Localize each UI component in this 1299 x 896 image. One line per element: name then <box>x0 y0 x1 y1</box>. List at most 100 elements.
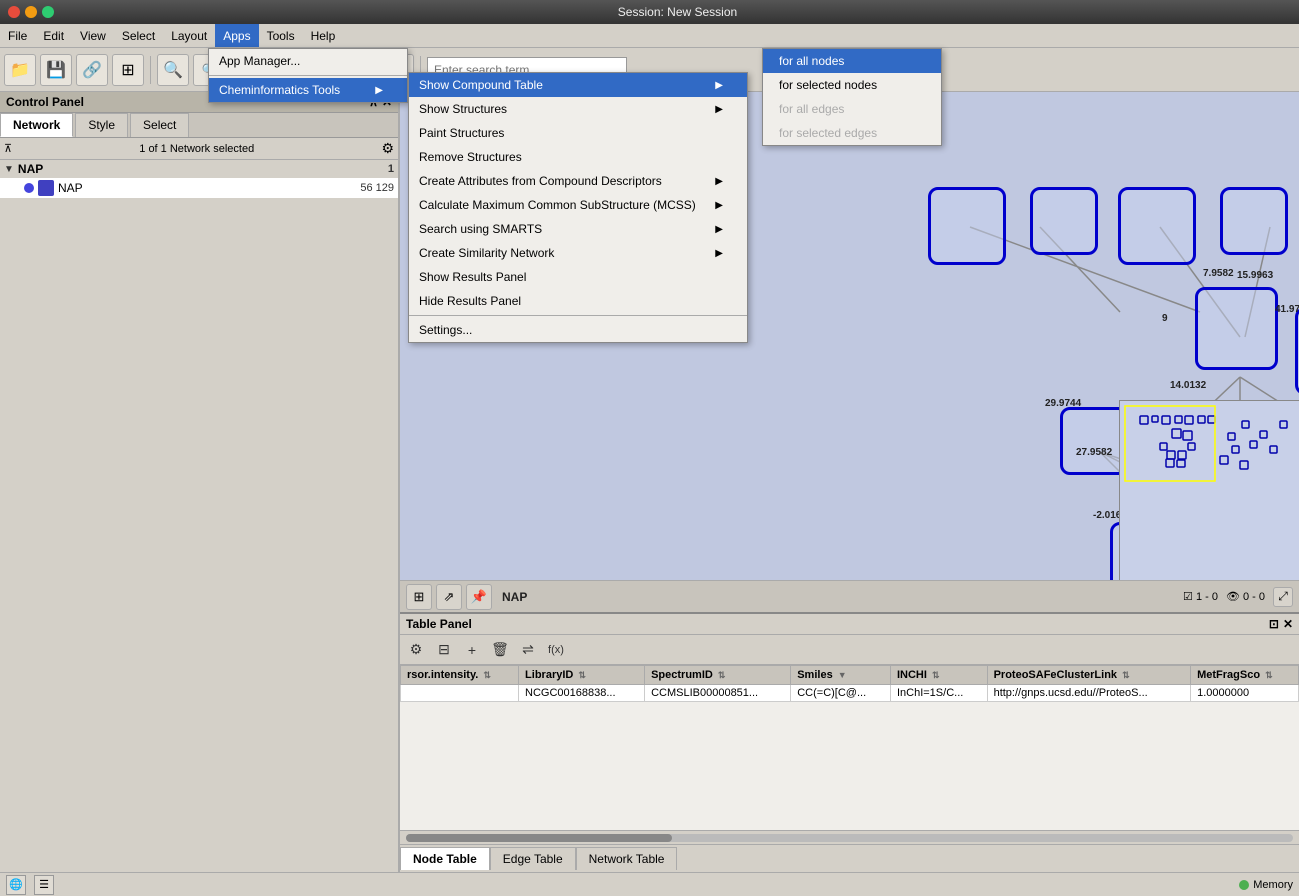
cheminformatics-show-results[interactable]: Show Results Panel <box>409 265 747 289</box>
cheminformatics-show-compound[interactable]: Show Compound Table ▶ <box>409 73 747 97</box>
node-3[interactable] <box>1118 187 1196 265</box>
sort-icon-spectrum: ⇅ <box>718 670 726 680</box>
col-libraryid-label: LibraryID <box>525 669 573 681</box>
tab-edge-table[interactable]: Edge Table <box>490 847 576 870</box>
network-toolbar: ⊼ 1 of 1 Network selected ⚙ <box>0 138 398 160</box>
status-list-button[interactable]: ☰ <box>34 875 54 895</box>
menu-file[interactable]: File <box>0 24 35 47</box>
maximize-button[interactable] <box>42 6 54 18</box>
fit-button[interactable]: ⤢ <box>1273 587 1293 607</box>
apps-cheminformatics[interactable]: Cheminformatics Tools ▶ <box>209 78 407 102</box>
sort-icon-proteosafe: ⇅ <box>1122 670 1130 680</box>
cell-smiles: CC(=C)[C@... <box>791 685 891 702</box>
menu-select[interactable]: Select <box>114 24 163 47</box>
pin-button[interactable]: 📌 <box>466 584 492 610</box>
tab-node-table[interactable]: Node Table <box>400 847 490 870</box>
grid-button[interactable]: ⊞ <box>112 54 144 86</box>
node-9[interactable] <box>1195 287 1278 370</box>
save-button[interactable]: 💾 <box>40 54 72 86</box>
share-view-button[interactable]: ⇗ <box>436 584 462 610</box>
node-1[interactable] <box>928 187 1006 265</box>
table-toolbar: ⚙ ⊟ + 🗑 ⇌ f(x) <box>400 635 1299 665</box>
compound-all-edges: for all edges <box>763 97 941 121</box>
col-libraryid[interactable]: LibraryID ⇅ <box>519 666 645 685</box>
table-panel: Table Panel ⊡ ✕ ⚙ ⊟ + 🗑 ⇌ f(x) <box>400 612 1299 872</box>
menu-tools[interactable]: Tools <box>259 24 303 47</box>
table-add-button[interactable]: + <box>460 638 484 662</box>
table-columns-button[interactable]: ⊟ <box>432 638 456 662</box>
close-table-icon[interactable]: ✕ <box>1283 617 1293 631</box>
col-spectrumid[interactable]: SpectrumID ⇅ <box>645 666 791 685</box>
col-metfrag[interactable]: MetFragSco ⇅ <box>1191 666 1299 685</box>
table-link-button[interactable]: ⇌ <box>516 638 540 662</box>
horizontal-scrollbar[interactable] <box>400 830 1299 844</box>
minimap <box>1119 400 1299 580</box>
status-network-button[interactable]: 🌐 <box>6 875 26 895</box>
canvas-toolbar: ⊞ ⇗ 📌 NAP ☑ 1 - 0 👁 0 - 0 ⤢ <box>400 580 1299 612</box>
cheminformatics-show-structures[interactable]: Show Structures ▶ <box>409 97 747 121</box>
compound-all-nodes[interactable]: for all nodes <box>763 49 941 73</box>
menu-layout[interactable]: Layout <box>163 24 215 47</box>
share-button[interactable]: 🔗 <box>76 54 108 86</box>
cheminformatics-paint-structures[interactable]: Paint Structures <box>409 121 747 145</box>
network-group-count: 1 <box>388 163 394 175</box>
network-item-nap[interactable]: NAP 56 129 <box>0 178 398 198</box>
maximize-table-icon[interactable]: ⊡ <box>1269 617 1279 631</box>
grid-view-button[interactable]: ⊞ <box>406 584 432 610</box>
col-cursor-intensity[interactable]: rsor.intensity. ⇅ <box>401 666 519 685</box>
cheminformatics-search-smarts[interactable]: Search using SMARTS ▶ <box>409 217 747 241</box>
col-smiles[interactable]: Smiles ▼ <box>791 666 891 685</box>
menu-view[interactable]: View <box>72 24 114 47</box>
compound-selected-edges: for selected edges <box>763 121 941 145</box>
open-button[interactable]: 📁 <box>4 54 36 86</box>
menu-edit[interactable]: Edit <box>35 24 72 47</box>
network-item-label: NAP <box>58 181 83 195</box>
edge-count: 129 <box>376 182 394 194</box>
apps-dropdown: App Manager... Cheminformatics Tools ▶ <box>208 48 408 103</box>
apps-app-manager[interactable]: App Manager... <box>209 49 407 73</box>
node-4[interactable] <box>1220 187 1288 255</box>
create-attrs-arrow: ▶ <box>715 176 723 187</box>
cheminformatics-remove-structures[interactable]: Remove Structures <box>409 145 747 169</box>
table-settings-button[interactable]: ⚙ <box>404 638 428 662</box>
network-settings-icon[interactable]: ⚙ <box>381 140 394 157</box>
network-color-dot <box>24 183 34 193</box>
menu-apps[interactable]: Apps <box>215 24 258 47</box>
control-panel: Control Panel ⊼ ✕ Network Style Select ⊼… <box>0 92 400 872</box>
collapse-all-icon[interactable]: ⊼ <box>4 142 12 155</box>
cheminformatics-calculate-mcss[interactable]: Calculate Maximum Common SubStructure (M… <box>409 193 747 217</box>
table-delete-button[interactable]: 🗑 <box>488 638 512 662</box>
col-proteosafe[interactable]: ProteoSAFeClusterLink ⇅ <box>987 666 1191 685</box>
cheminformatics-hide-results[interactable]: Hide Results Panel <box>409 289 747 313</box>
cheminformatics-create-similarity[interactable]: Create Similarity Network ▶ <box>409 241 747 265</box>
tab-network[interactable]: Network <box>0 113 73 137</box>
menu-help[interactable]: Help <box>303 24 344 47</box>
tab-style[interactable]: Style <box>75 113 128 137</box>
table-row[interactable]: NCGC00168838... CCMSLIB00000851... CC(=C… <box>401 685 1299 702</box>
node-10[interactable] <box>1295 307 1299 395</box>
tab-network-table[interactable]: Network Table <box>576 847 678 870</box>
node-11[interactable] <box>1060 407 1128 475</box>
zoom-in-button[interactable]: 🔍 <box>157 54 189 86</box>
network-group-label: NAP <box>18 162 43 176</box>
memory-label: Memory <box>1253 879 1293 891</box>
col-proteosafe-label: ProteoSAFeClusterLink <box>994 669 1117 681</box>
compound-selected-nodes[interactable]: for selected nodes <box>763 73 941 97</box>
table-function-button[interactable]: f(x) <box>544 638 568 662</box>
sort-icon-inchi: ⇅ <box>932 670 940 680</box>
scrollbar-track[interactable] <box>406 834 1293 842</box>
cheminformatics-settings[interactable]: Settings... <box>409 318 747 342</box>
window-title: Session: New Session <box>64 5 1291 19</box>
col-inchi[interactable]: INCHI ⇅ <box>890 666 987 685</box>
scrollbar-thumb[interactable] <box>406 834 672 842</box>
network-group-nap[interactable]: ▼ NAP 1 <box>0 160 398 178</box>
show-compound-arrow: ▶ <box>715 80 723 91</box>
cheminformatics-create-attrs[interactable]: Create Attributes from Compound Descript… <box>409 169 747 193</box>
create-similarity-label: Create Similarity Network <box>419 246 554 260</box>
close-button[interactable] <box>8 6 20 18</box>
calculate-mcss-label: Calculate Maximum Common SubStructure (M… <box>419 198 696 212</box>
tab-select[interactable]: Select <box>130 113 189 137</box>
minimize-button[interactable] <box>25 6 37 18</box>
node-2[interactable] <box>1030 187 1098 255</box>
apps-cheminformatics-label: Cheminformatics Tools <box>219 83 340 97</box>
